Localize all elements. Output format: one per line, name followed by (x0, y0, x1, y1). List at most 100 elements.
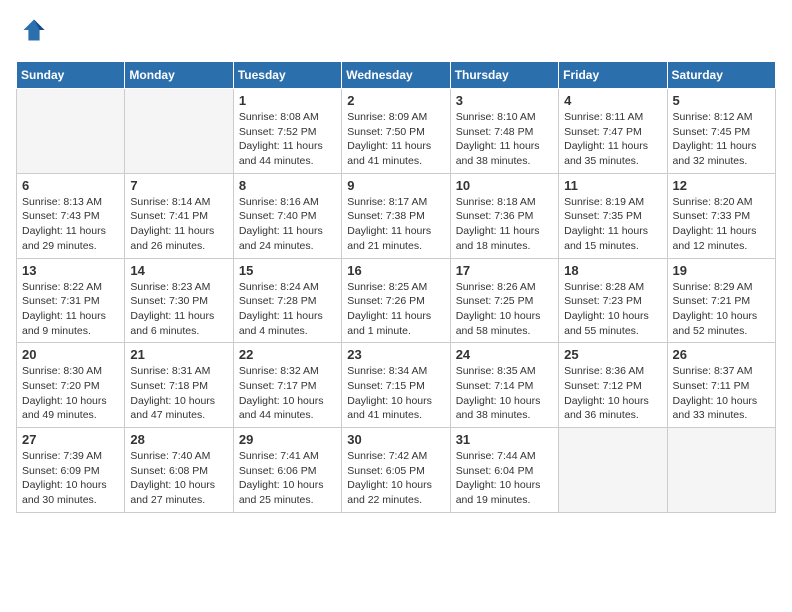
day-detail: Sunrise: 8:29 AM Sunset: 7:21 PM Dayligh… (673, 280, 770, 339)
day-detail: Sunrise: 8:32 AM Sunset: 7:17 PM Dayligh… (239, 364, 336, 423)
calendar-cell: 18Sunrise: 8:28 AM Sunset: 7:23 PM Dayli… (559, 258, 667, 343)
day-detail: Sunrise: 8:35 AM Sunset: 7:14 PM Dayligh… (456, 364, 553, 423)
day-detail: Sunrise: 8:37 AM Sunset: 7:11 PM Dayligh… (673, 364, 770, 423)
day-detail: Sunrise: 8:24 AM Sunset: 7:28 PM Dayligh… (239, 280, 336, 339)
day-detail: Sunrise: 8:19 AM Sunset: 7:35 PM Dayligh… (564, 195, 661, 254)
day-detail: Sunrise: 8:11 AM Sunset: 7:47 PM Dayligh… (564, 110, 661, 169)
day-number: 10 (456, 178, 553, 193)
day-number: 11 (564, 178, 661, 193)
calendar-cell: 12 Sunrise: 8:20 AM Sunset: 7:33 PM Dayli… (667, 173, 775, 258)
day-number: 21 (130, 347, 227, 362)
day-number: 22 (239, 347, 336, 362)
day-detail: Sunrise: 8:23 AM Sunset: 7:30 PM Dayligh… (130, 280, 227, 339)
calendar-cell: 19 Sunrise: 8:29 AM Sunset: 7:21 PM Dayli… (667, 258, 775, 343)
day-detail: Sunrise: 8:28 AM Sunset: 7:23 PM Dayligh… (564, 280, 661, 339)
calendar-cell (559, 428, 667, 513)
day-number: 12 (673, 178, 770, 193)
day-number: 3 (456, 93, 553, 108)
calendar-header-row: SundayMondayTuesdayWednesdayThursdayFrid… (17, 62, 776, 89)
day-detail: Sunrise: 8:25 AM Sunset: 7:26 PM Dayligh… (347, 280, 444, 339)
calendar-cell: 13 Sunrise: 8:22 AM Sunset: 7:31 PM Dayli… (17, 258, 125, 343)
week-row-3: 13 Sunrise: 8:22 AM Sunset: 7:31 PM Dayli… (17, 258, 776, 343)
day-number: 25 (564, 347, 661, 362)
calendar-cell: 20Sunrise: 8:30 AM Sunset: 7:20 PM Dayli… (17, 343, 125, 428)
calendar-cell: 11 Sunrise: 8:19 AM Sunset: 7:35 PM Dayli… (559, 173, 667, 258)
calendar-cell: 24 Sunrise: 8:35 AM Sunset: 7:14 PM Dayli… (450, 343, 558, 428)
day-number: 19 (673, 263, 770, 278)
day-number: 23 (347, 347, 444, 362)
day-detail: Sunrise: 7:42 AM Sunset: 6:05 PM Dayligh… (347, 449, 444, 508)
day-detail: Sunrise: 8:12 AM Sunset: 7:45 PM Dayligh… (673, 110, 770, 169)
day-number: 29 (239, 432, 336, 447)
header-tuesday: Tuesday (233, 62, 341, 89)
day-detail: Sunrise: 8:36 AM Sunset: 7:12 PM Dayligh… (564, 364, 661, 423)
day-number: 24 (456, 347, 553, 362)
calendar-cell: 10Sunrise: 8:18 AM Sunset: 7:36 PM Dayli… (450, 173, 558, 258)
day-detail: Sunrise: 8:26 AM Sunset: 7:25 PM Dayligh… (456, 280, 553, 339)
header-wednesday: Wednesday (342, 62, 450, 89)
day-detail: Sunrise: 7:40 AM Sunset: 6:08 PM Dayligh… (130, 449, 227, 508)
day-detail: Sunrise: 8:22 AM Sunset: 7:31 PM Dayligh… (22, 280, 119, 339)
day-detail: Sunrise: 8:20 AM Sunset: 7:33 PM Dayligh… (673, 195, 770, 254)
calendar-cell: 30 Sunrise: 7:42 AM Sunset: 6:05 PM Dayli… (342, 428, 450, 513)
calendar-cell (17, 89, 125, 174)
day-number: 31 (456, 432, 553, 447)
calendar-cell: 7 Sunrise: 8:14 AM Sunset: 7:41 PM Daylig… (125, 173, 233, 258)
calendar-cell: 2Sunrise: 8:09 AM Sunset: 7:50 PM Daylig… (342, 89, 450, 174)
day-detail: Sunrise: 8:16 AM Sunset: 7:40 PM Dayligh… (239, 195, 336, 254)
day-number: 20 (22, 347, 119, 362)
day-detail: Sunrise: 7:41 AM Sunset: 6:06 PM Dayligh… (239, 449, 336, 508)
calendar-cell: 27Sunrise: 7:39 AM Sunset: 6:09 PM Dayli… (17, 428, 125, 513)
calendar-cell: 25 Sunrise: 8:36 AM Sunset: 7:12 PM Dayli… (559, 343, 667, 428)
day-number: 28 (130, 432, 227, 447)
header-thursday: Thursday (450, 62, 558, 89)
day-number: 15 (239, 263, 336, 278)
calendar-cell: 31 Sunrise: 7:44 AM Sunset: 6:04 PM Dayli… (450, 428, 558, 513)
calendar-cell (125, 89, 233, 174)
calendar-cell: 17 Sunrise: 8:26 AM Sunset: 7:25 PM Dayli… (450, 258, 558, 343)
calendar-cell: 5Sunrise: 8:12 AM Sunset: 7:45 PM Daylig… (667, 89, 775, 174)
header-sunday: Sunday (17, 62, 125, 89)
calendar-cell: 29 Sunrise: 7:41 AM Sunset: 6:06 PM Dayli… (233, 428, 341, 513)
header-friday: Friday (559, 62, 667, 89)
day-detail: Sunrise: 8:34 AM Sunset: 7:15 PM Dayligh… (347, 364, 444, 423)
header-saturday: Saturday (667, 62, 775, 89)
calendar-cell (667, 428, 775, 513)
day-number: 13 (22, 263, 119, 278)
day-number: 17 (456, 263, 553, 278)
page-header (16, 16, 776, 49)
day-detail: Sunrise: 8:14 AM Sunset: 7:41 PM Dayligh… (130, 195, 227, 254)
day-number: 2 (347, 93, 444, 108)
day-number: 6 (22, 178, 119, 193)
day-detail: Sunrise: 8:10 AM Sunset: 7:48 PM Dayligh… (456, 110, 553, 169)
calendar-cell: 3 Sunrise: 8:10 AM Sunset: 7:48 PM Daylig… (450, 89, 558, 174)
day-number: 26 (673, 347, 770, 362)
day-number: 7 (130, 178, 227, 193)
calendar-cell: 8Sunrise: 8:16 AM Sunset: 7:40 PM Daylig… (233, 173, 341, 258)
calendar-cell: 23 Sunrise: 8:34 AM Sunset: 7:15 PM Dayli… (342, 343, 450, 428)
day-number: 9 (347, 178, 444, 193)
day-number: 14 (130, 263, 227, 278)
day-detail: Sunrise: 8:17 AM Sunset: 7:38 PM Dayligh… (347, 195, 444, 254)
calendar-cell: 21Sunrise: 8:31 AM Sunset: 7:18 PM Dayli… (125, 343, 233, 428)
week-row-5: 27Sunrise: 7:39 AM Sunset: 6:09 PM Dayli… (17, 428, 776, 513)
day-detail: Sunrise: 8:13 AM Sunset: 7:43 PM Dayligh… (22, 195, 119, 254)
calendar-cell: 26 Sunrise: 8:37 AM Sunset: 7:11 PM Dayli… (667, 343, 775, 428)
header-monday: Monday (125, 62, 233, 89)
day-detail: Sunrise: 8:08 AM Sunset: 7:52 PM Dayligh… (239, 110, 336, 169)
calendar-cell: 1Sunrise: 8:08 AM Sunset: 7:52 PM Daylig… (233, 89, 341, 174)
day-detail: Sunrise: 7:44 AM Sunset: 6:04 PM Dayligh… (456, 449, 553, 508)
calendar-cell: 16 Sunrise: 8:25 AM Sunset: 7:26 PM Dayli… (342, 258, 450, 343)
calendar-cell: 28 Sunrise: 7:40 AM Sunset: 6:08 PM Dayli… (125, 428, 233, 513)
calendar-cell: 15 Sunrise: 8:24 AM Sunset: 7:28 PM Dayli… (233, 258, 341, 343)
calendar-table: SundayMondayTuesdayWednesdayThursdayFrid… (16, 61, 776, 513)
calendar-cell: 22 Sunrise: 8:32 AM Sunset: 7:17 PM Dayli… (233, 343, 341, 428)
day-number: 16 (347, 263, 444, 278)
calendar-cell: 6 Sunrise: 8:13 AM Sunset: 7:43 PM Daylig… (17, 173, 125, 258)
logo (16, 16, 48, 49)
calendar-cell: 14 Sunrise: 8:23 AM Sunset: 7:30 PM Dayli… (125, 258, 233, 343)
calendar-cell: 9 Sunrise: 8:17 AM Sunset: 7:38 PM Daylig… (342, 173, 450, 258)
week-row-2: 6 Sunrise: 8:13 AM Sunset: 7:43 PM Daylig… (17, 173, 776, 258)
day-number: 30 (347, 432, 444, 447)
calendar-cell: 4Sunrise: 8:11 AM Sunset: 7:47 PM Daylig… (559, 89, 667, 174)
